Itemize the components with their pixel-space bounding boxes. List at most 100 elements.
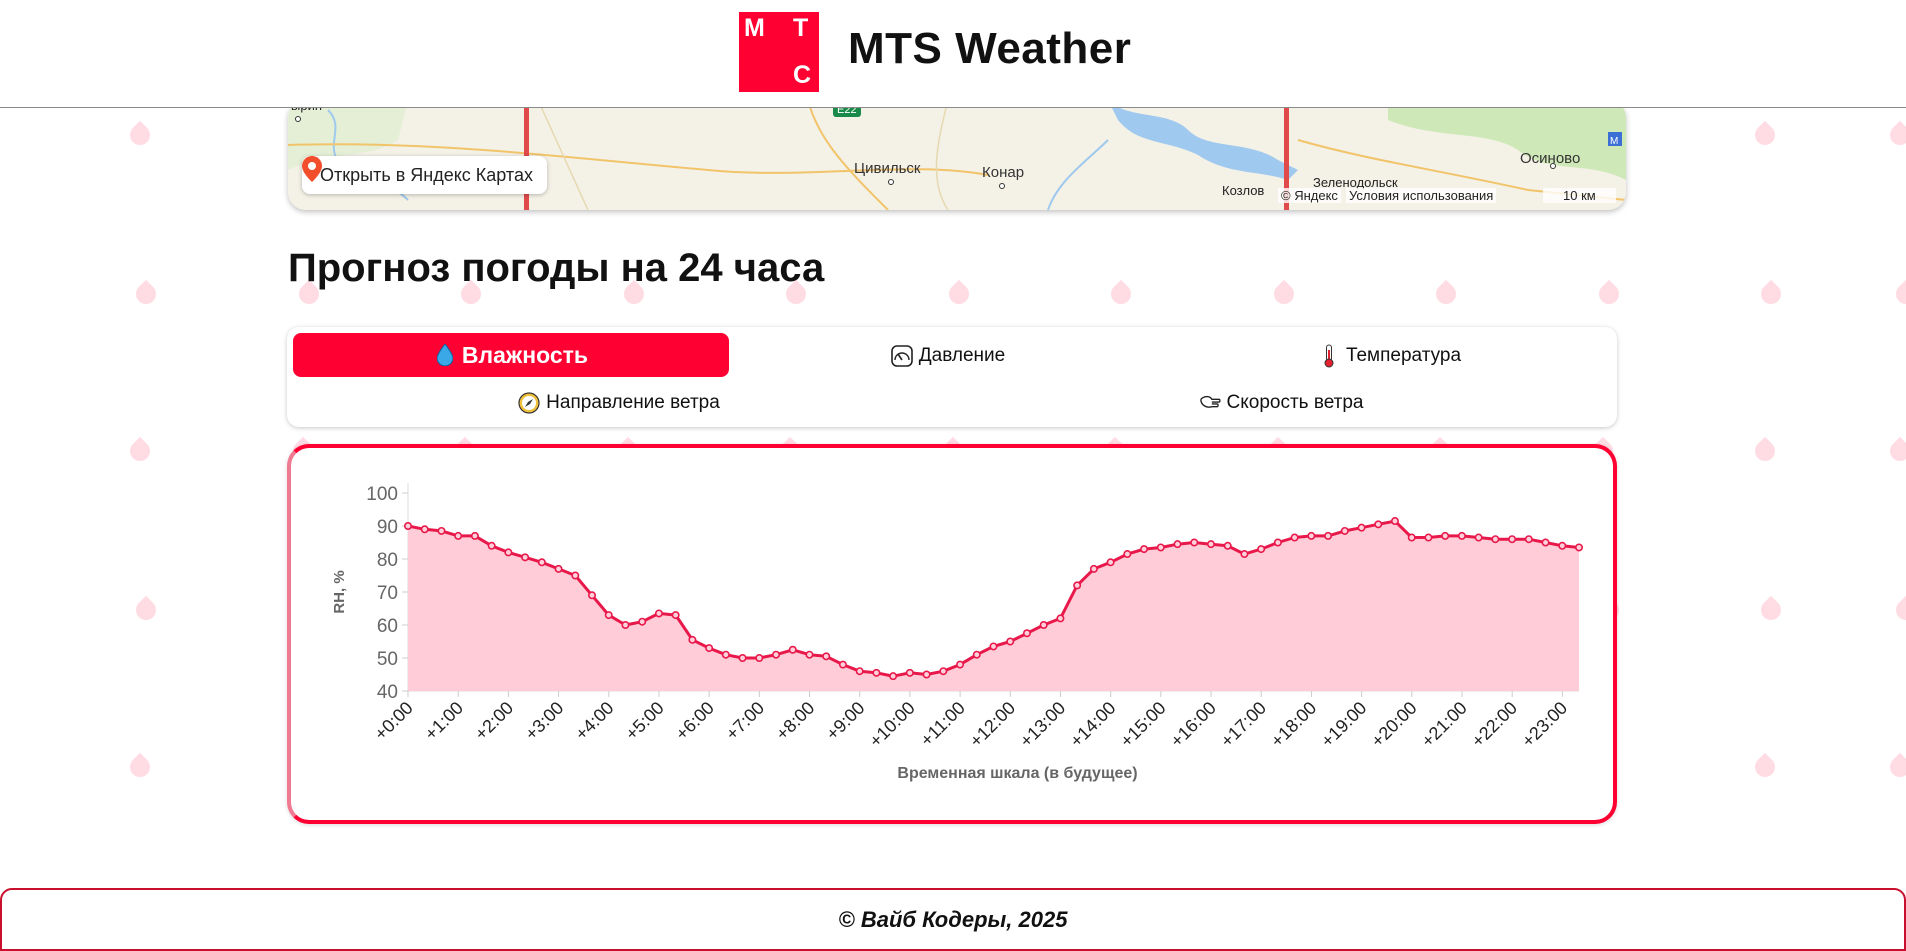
x-tick-label: +15:00 <box>1116 698 1169 751</box>
background-drop <box>1885 752 1906 782</box>
map-terms-link[interactable]: Условия использования <box>1346 188 1497 203</box>
humidity-point <box>889 672 898 681</box>
y-tick-label: 40 <box>377 682 398 703</box>
open-in-yandex-maps-button[interactable]: Открыть в Яндекс Картах <box>302 156 547 194</box>
x-tick-label: +14:00 <box>1066 698 1119 751</box>
tab-label: Скорость ветра <box>1226 392 1364 413</box>
mts-logo[interactable]: М Т С <box>739 12 819 92</box>
humidity-point <box>956 660 965 669</box>
x-tick-label: +23:00 <box>1518 698 1571 751</box>
humidity-point <box>1206 540 1215 549</box>
y-tick-label: 90 <box>377 517 398 538</box>
humidity-point <box>537 558 546 567</box>
humidity-point <box>1374 520 1383 529</box>
humidity-point <box>404 522 413 531</box>
map-copyright[interactable]: © Яндекс <box>1278 188 1341 203</box>
humidity-point <box>420 525 429 534</box>
gauge-icon <box>890 344 913 368</box>
humidity-point <box>989 642 998 651</box>
background-drop <box>1750 752 1780 782</box>
y-tick-label: 80 <box>377 550 398 571</box>
map-place-label: Козлов <box>1222 183 1265 198</box>
y-tick-label: 50 <box>377 649 398 670</box>
tab-label: Влажность <box>461 341 589 368</box>
humidity-point <box>1390 517 1399 526</box>
humidity-point <box>1407 533 1416 542</box>
humidity-point <box>755 654 764 663</box>
tab-humidity[interactable]: Влажность <box>293 333 729 377</box>
humidity-point <box>1073 581 1082 590</box>
humidity-point <box>1290 533 1299 542</box>
background-drop <box>1750 120 1780 150</box>
x-tick-label: +13:00 <box>1016 698 1069 751</box>
humidity-point <box>487 541 496 550</box>
humidity-point <box>1558 541 1567 550</box>
humidity-point <box>671 611 680 620</box>
background-drop <box>1891 279 1906 309</box>
x-tick-label: +21:00 <box>1417 698 1470 751</box>
humidity-point <box>855 667 864 676</box>
x-tick-label: +3:00 <box>521 698 567 744</box>
humidity-area <box>408 521 1579 691</box>
humidity-point <box>1006 637 1015 646</box>
background-drop <box>1885 436 1906 466</box>
background-drop <box>125 752 155 782</box>
humidity-point <box>1307 531 1316 540</box>
humidity-point <box>1273 538 1282 547</box>
humidity-point <box>437 526 446 535</box>
humidity-point <box>1541 538 1550 547</box>
x-tick-label: +12:00 <box>966 698 1019 751</box>
humidity-point <box>1575 543 1584 552</box>
logo-letter-m: М <box>744 14 765 42</box>
tab-pressure[interactable]: Давление <box>730 334 1166 378</box>
background-drop <box>131 279 161 309</box>
humidity-point <box>1457 531 1466 540</box>
humidity-point <box>1039 621 1048 630</box>
map-scale: 10 км <box>1543 188 1616 203</box>
x-axis-title: Временная шкала (в будущее) <box>897 765 1137 782</box>
humidity-point <box>621 621 630 630</box>
humidity-point <box>1474 533 1483 542</box>
x-tick-label: +5:00 <box>621 698 667 744</box>
humidity-chart[interactable]: 40 50 60 70 80 90 100 +0:00 +1:00 +2:00 +3:00 +4:00… <box>291 448 1613 820</box>
x-tick-label: +19:00 <box>1317 698 1370 751</box>
x-tick-label: +18:00 <box>1267 698 1320 751</box>
humidity-point <box>1340 526 1349 535</box>
background-drop <box>1106 279 1136 309</box>
humidity-point <box>1223 541 1232 550</box>
humidity-point <box>638 617 647 626</box>
map-place-label: Конар <box>982 164 1025 181</box>
humidity-chart-card: 40 50 60 70 80 90 100 +0:00 +1:00 +2:00 +3:00 +4:00… <box>287 444 1617 824</box>
humidity-point <box>1240 550 1249 559</box>
humidity-point <box>1424 533 1433 542</box>
humidity-point <box>1357 523 1366 532</box>
background-drop <box>944 279 974 309</box>
tab-temperature[interactable]: Температура <box>1167 334 1612 378</box>
background-drop <box>1885 120 1906 150</box>
tab-wind-speed[interactable]: Скорость ветра <box>955 381 1607 425</box>
x-tick-label: +0:00 <box>370 698 416 744</box>
background-drop <box>1431 279 1461 309</box>
background-drop <box>125 120 155 150</box>
tab-wind-direction[interactable]: Направление ветра <box>293 381 945 425</box>
background-drop <box>131 595 161 625</box>
y-tick-label: 70 <box>377 583 398 604</box>
background-drop <box>1756 279 1786 309</box>
tab-label: Направление ветра <box>546 392 720 413</box>
humidity-point <box>922 670 931 679</box>
humidity-point <box>772 650 781 659</box>
humidity-point <box>788 645 797 654</box>
humidity-point <box>1508 535 1517 544</box>
y-tick-label: 60 <box>377 616 398 637</box>
humidity-point <box>571 571 580 580</box>
humidity-point <box>738 654 747 663</box>
x-tick-label: +6:00 <box>672 698 718 744</box>
map-widget[interactable]: M E22 Открыть в Яндекс Картах ырин Цивил… <box>288 100 1626 210</box>
humidity-point <box>1106 558 1115 567</box>
humidity-point <box>1022 629 1031 638</box>
x-tick-label: +7:00 <box>722 698 768 744</box>
background-drop <box>1594 279 1624 309</box>
x-tick-label: +17:00 <box>1217 698 1270 751</box>
x-tick-label: +2:00 <box>471 698 517 744</box>
humidity-point <box>838 660 847 669</box>
